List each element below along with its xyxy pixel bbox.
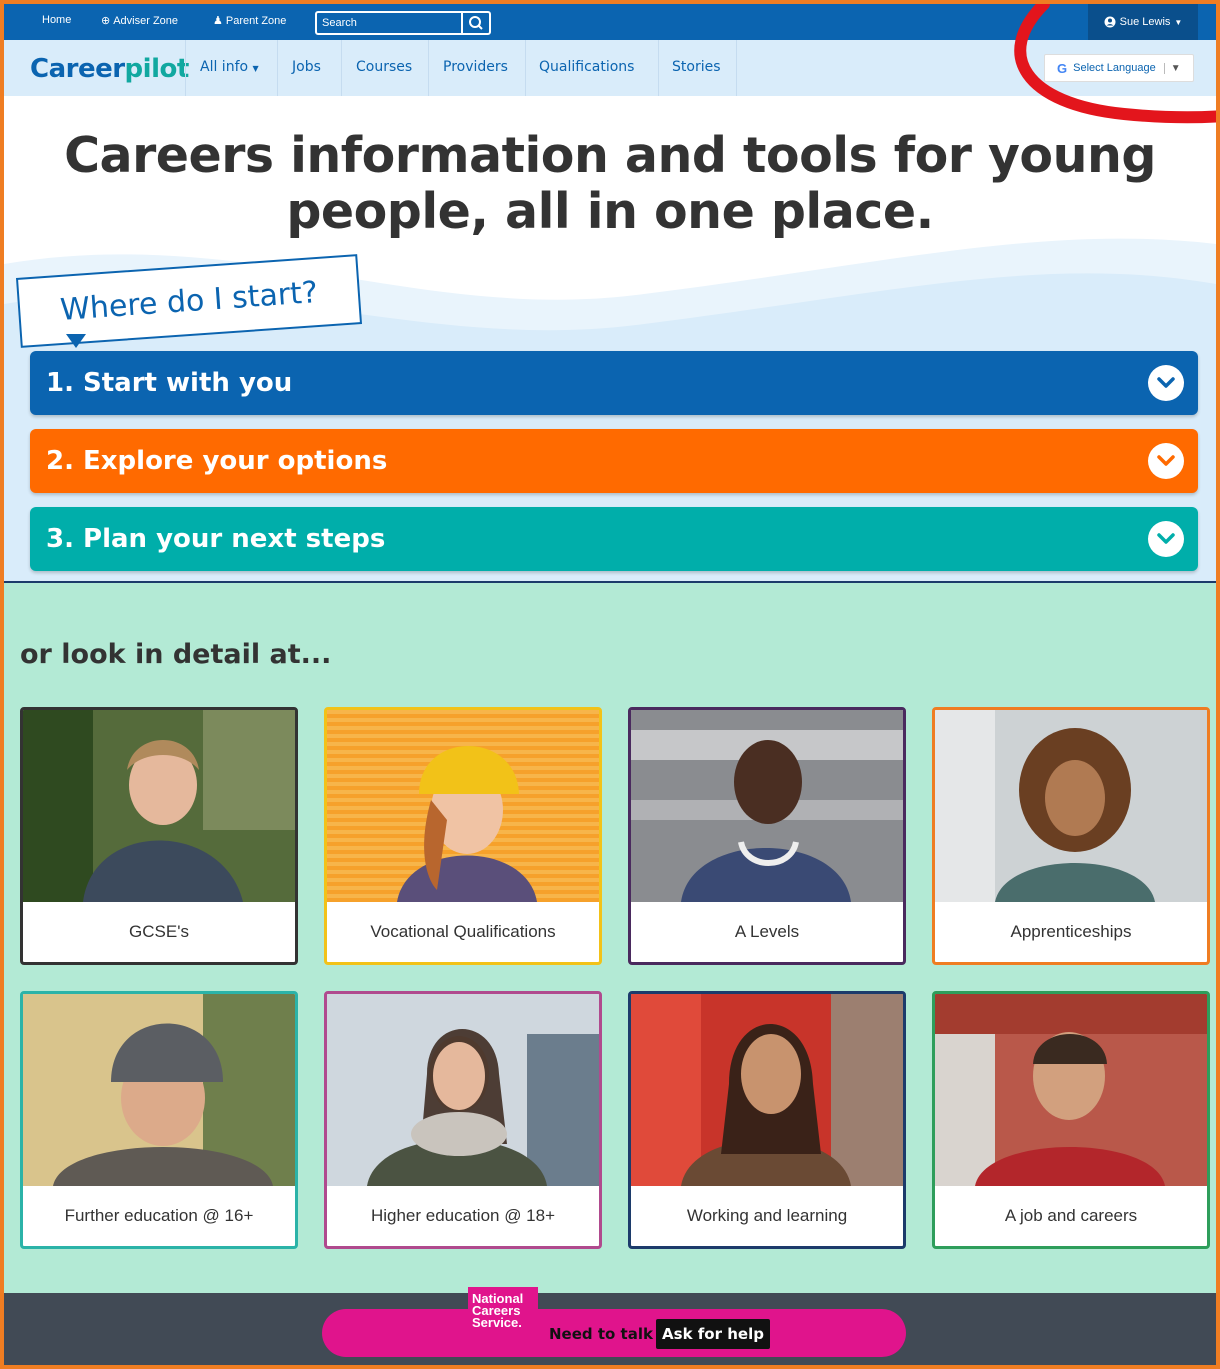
detail-section-title: or look in detail at... [20,639,332,670]
card-vocational-qualifications[interactable]: Vocational Qualifications [324,707,602,965]
photo-station [935,994,1207,1186]
step-label: 2. Explore your options [46,446,388,476]
search-icon [469,16,483,30]
adviser-zone-label: Adviser Zone [113,15,179,27]
photo-scarf [327,994,599,1186]
nav-divider [525,40,526,96]
photo-yellow-beanie [327,710,599,902]
step-start-with-you[interactable]: 1. Start with you [30,351,1198,415]
card-label: A Levels [734,922,800,941]
person-icon: ♟ [213,15,223,27]
user-icon [1104,16,1116,28]
ask-for-help-button[interactable]: Ask for help [656,1319,770,1349]
bubble-tail [66,334,86,348]
chevron-down-icon [1148,443,1184,479]
search-input[interactable]: Search [322,17,357,29]
top-bar: Home ⊕ Adviser Zone ♟ Parent Zone Search S… [4,4,1216,40]
logo-pilot-text: pilot [124,54,190,84]
google-icon: G [1057,60,1068,76]
card-a-job-and-careers[interactable]: A job and careers [932,991,1210,1249]
search-button[interactable] [461,13,489,33]
footer-bar: National Careers Service. Need to talk A… [4,1287,1216,1365]
need-to-talk-text: Need to talk [549,1325,653,1343]
parent-zone-link[interactable]: ♟ Parent Zone [213,14,286,27]
step-label: 3. Plan your next steps [46,524,386,554]
detail-section: or look in detail at... GCSE's Vocationa… [4,583,1216,1293]
nav-divider [658,40,659,96]
photo-curly-hair [935,710,1207,902]
card-label: Apprenticeships [1010,922,1132,941]
photo-teen-boy [23,710,295,902]
step-plan-your-next-steps[interactable]: 3. Plan your next steps [30,507,1198,571]
globe-icon: ⊕ [101,15,111,27]
card-higher-education[interactable]: Higher education @ 18+ [324,991,602,1249]
caret-down-icon: ▼ [1174,17,1183,27]
language-select[interactable]: G Select Language ▼ [1044,54,1194,82]
hero-title-line1: Careers information and tools for young [64,127,1156,184]
step-explore-your-options[interactable]: 2. Explore your options [30,429,1198,493]
dropdown-arrow-icon: ▼ [1163,62,1181,74]
card-label: Vocational Qualifications [370,922,556,941]
nav-divider [185,40,186,96]
nav-item-all-info[interactable]: All info ▼ [200,59,259,75]
user-menu[interactable]: Sue Lewis ▼ [1088,4,1198,40]
card-label: GCSE's [129,922,189,941]
caret-down-icon: ▼ [252,64,259,73]
step-label: 1. Start with you [46,368,293,398]
nav-item-all-info-label: All info [200,59,249,75]
language-select-label: Select Language [1073,62,1156,74]
nav-item-jobs[interactable]: Jobs [292,59,321,75]
page-frame: Home ⊕ Adviser Zone ♟ Parent Zone Search S… [4,4,1216,1365]
card-further-education[interactable]: Further education @ 16+ [20,991,298,1249]
nav-divider [277,40,278,96]
parent-zone-label: Parent Zone [225,15,287,27]
card-working-and-learning[interactable]: Working and learning [628,991,906,1249]
nav-item-courses[interactable]: Courses [356,59,412,75]
card-apprenticeships[interactable]: Apprenticeships [932,707,1210,965]
card-a-levels[interactable]: A Levels [628,707,906,965]
chevron-down-icon [1148,365,1184,401]
home-link[interactable]: Home [42,14,71,26]
card-label: Higher education @ 18+ [370,1206,556,1225]
card-label: A job and careers [1004,1206,1138,1225]
nav-divider [341,40,342,96]
nav-item-stories[interactable]: Stories [672,59,721,75]
logo-career-text: Career [30,54,125,84]
card-gcses[interactable]: GCSE's [20,707,298,965]
nav-divider [428,40,429,96]
bubble-text: Where do I start? [59,274,319,328]
national-careers-service-logo[interactable]: National Careers Service. [468,1287,538,1353]
card-label: Further education @ 16+ [64,1206,254,1225]
ncs-line3: Service. [472,1315,522,1330]
nav-divider [736,40,737,96]
photo-red-bus [631,994,903,1186]
photo-headphones [631,710,903,902]
photo-grey-beanie [23,994,295,1186]
search-box: Search [315,11,491,35]
card-label: Working and learning [686,1206,848,1225]
nav-item-qualifications[interactable]: Qualifications [539,59,634,75]
adviser-zone-link[interactable]: ⊕ Adviser Zone [101,14,178,27]
nav-item-providers[interactable]: Providers [443,59,508,75]
main-nav: Careerpilot All info ▼ Jobs Courses Prov… [4,40,1216,96]
chevron-down-icon [1148,521,1184,557]
user-name: Sue Lewis [1119,16,1171,28]
careerpilot-logo[interactable]: Careerpilot [30,54,189,84]
